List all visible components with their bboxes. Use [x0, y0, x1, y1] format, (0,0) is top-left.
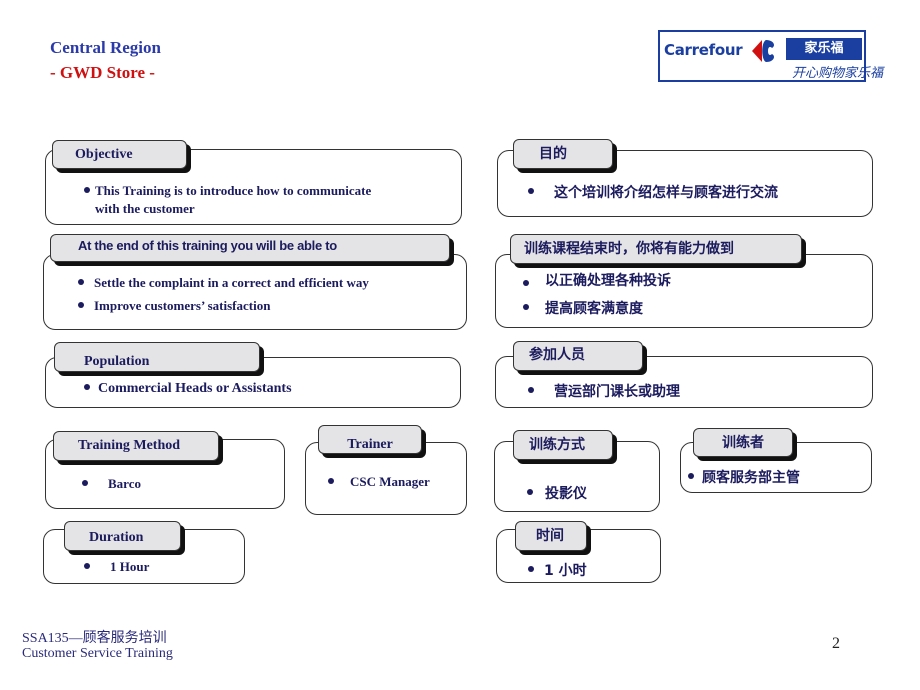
trainer-tab: Trainer	[318, 425, 422, 454]
bullet-icon	[78, 279, 84, 286]
cn-population-item: 营运部门课长或助理	[528, 381, 680, 401]
outcomes-box	[43, 254, 467, 330]
bullet-icon	[523, 280, 529, 286]
training-method-item: Barco	[82, 476, 141, 492]
logo-brand-text: Carrefour	[664, 41, 743, 59]
bullet-icon	[528, 188, 534, 194]
carrefour-mark-icon	[752, 40, 774, 62]
bullet-icon	[82, 480, 88, 487]
bullet-icon	[84, 563, 90, 570]
footer-course-name: Customer Service Training	[22, 646, 173, 661]
duration-tab: Duration	[64, 521, 181, 551]
bullet-icon	[84, 187, 90, 194]
bullet-icon	[688, 473, 694, 479]
population-tab: Population	[54, 342, 260, 372]
region-title: Central Region	[50, 38, 161, 57]
cn-duration-item: 1 小时	[528, 560, 587, 580]
page-number: 2	[832, 635, 840, 652]
cn-population-tab: 参加人员	[513, 341, 643, 371]
bullet-icon	[528, 566, 534, 572]
cn-trainer-item: 顾客服务部主管	[688, 467, 800, 487]
population-item: Commercial Heads or Assistants	[84, 381, 292, 397]
carrefour-logo: Carrefour 家乐福 开心购物家乐福	[658, 30, 883, 82]
cn-outcomes-item: 以正确处理各种投诉	[523, 270, 671, 290]
trainer-item: CSC Manager	[328, 474, 430, 490]
objective-tab: Objective	[52, 140, 187, 169]
bullet-icon	[78, 302, 84, 309]
footer-course-code: SSA135—顾客服务培训	[22, 631, 167, 646]
outcomes-tab: At the end of this training you will be …	[50, 234, 450, 262]
cn-duration-tab: 时间	[515, 521, 587, 551]
cn-trainer-tab: 训练者	[693, 428, 793, 457]
cn-objective-tab: 目的	[513, 139, 613, 169]
logo-chinese-name: 家乐福	[786, 38, 862, 60]
cn-outcomes-item: 提高顾客满意度	[523, 298, 643, 318]
outcomes-item: Improve customers’ satisfaction	[78, 298, 270, 314]
duration-item: 1 Hour	[84, 559, 149, 575]
store-subtitle: - GWD Store -	[50, 63, 155, 82]
objective-item-cont: with the customer	[95, 201, 195, 216]
bullet-icon	[528, 387, 534, 393]
cn-outcomes-tab: 训练课程结束时，你将有能力做到	[510, 234, 802, 264]
bullet-icon	[328, 478, 334, 485]
cn-training-method-tab: 训练方式	[513, 430, 613, 460]
objective-item: This Training is to introduce how to com…	[84, 183, 371, 199]
bullet-icon	[523, 304, 529, 310]
bullet-icon	[84, 383, 90, 390]
cn-training-method-item: 投影仪	[527, 483, 587, 503]
logo-slogan: 开心购物家乐福	[792, 66, 884, 81]
cn-objective-item: 这个培训将介绍怎样与顾客进行交流	[528, 182, 778, 202]
outcomes-item: Settle the complaint in a correct and ef…	[78, 275, 369, 291]
bullet-icon	[527, 489, 533, 495]
training-method-tab: Training Method	[53, 431, 219, 461]
